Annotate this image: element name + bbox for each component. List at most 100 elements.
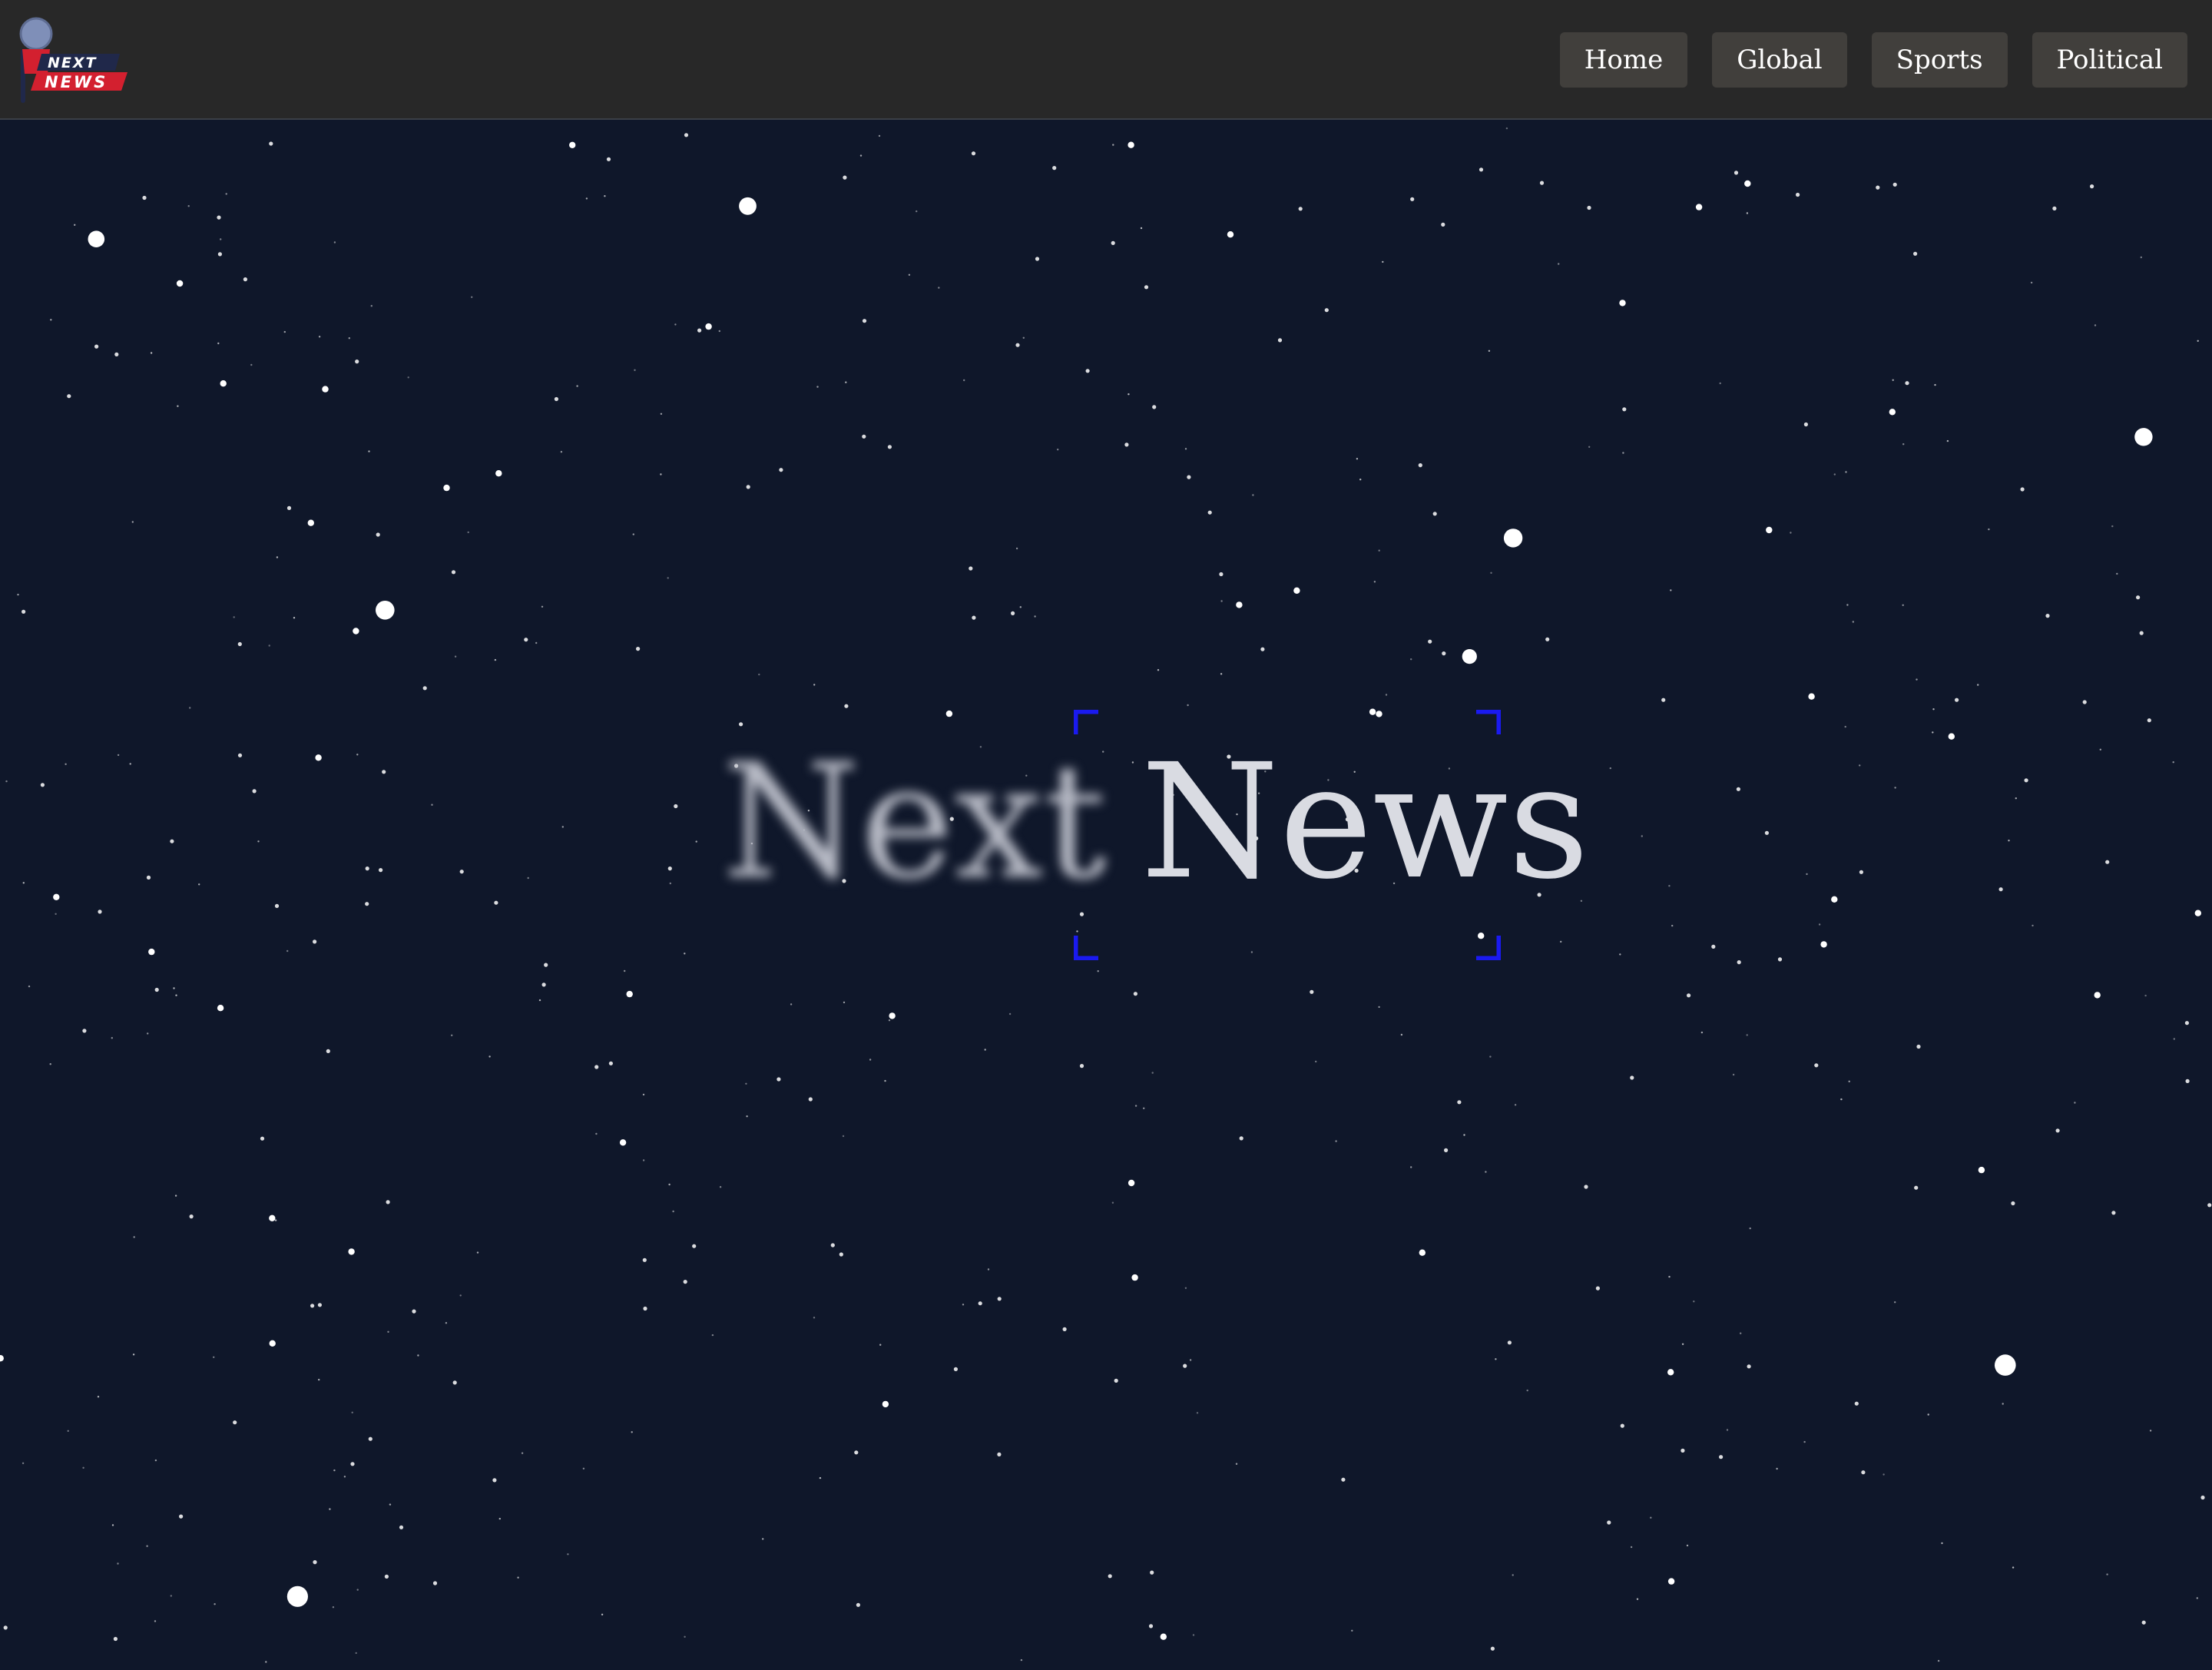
nav-global-button[interactable]: Global [1712,32,1847,88]
star [813,1317,816,1319]
star [878,134,881,138]
star [779,468,783,472]
star [1112,144,1114,146]
star [498,1517,501,1520]
star [1441,222,1445,227]
star [843,175,847,180]
star [286,949,289,953]
nav-home-button[interactable]: Home [1559,32,1688,88]
star [1148,1624,1154,1629]
star [1560,940,1562,943]
star [2144,994,2147,997]
star [1111,240,1115,245]
star [1622,407,1627,412]
star [884,1079,886,1082]
star [174,1195,177,1197]
star [2015,797,2017,800]
star [495,470,502,477]
star [692,1244,697,1248]
star [888,1019,891,1022]
next-news-logo[interactable]: NEXT NEWS [14,14,129,106]
star [642,1257,647,1262]
star [2173,1038,2175,1040]
star [2149,1430,2152,1432]
star [1726,1429,1729,1431]
star [1916,678,1918,681]
main-nav: Home Global Sports Political [1559,32,2187,88]
star [1641,835,1643,837]
star [1428,639,1432,644]
star [1668,885,1671,887]
star [1235,1463,1238,1465]
star [842,1135,845,1138]
star [1219,572,1224,577]
star [1806,873,1808,876]
star [1746,1034,1748,1036]
star [1848,1080,1850,1083]
star [777,1077,781,1082]
star [407,376,409,379]
star [187,205,190,207]
star [1418,463,1422,468]
star [1777,957,1783,962]
star [1410,197,1415,201]
star [978,1301,982,1306]
star [862,434,866,439]
star [569,141,576,148]
star [997,1297,1002,1301]
star [631,1431,633,1433]
star [1776,1467,1778,1470]
star [1711,944,1716,949]
nav-political-button[interactable]: Political [2032,32,2187,88]
star [813,684,816,686]
star [916,210,918,213]
star [1020,1658,1023,1662]
star [1700,1031,1704,1034]
star [2147,718,2151,723]
star [1410,658,1412,661]
star [387,1330,389,1334]
star [1892,379,1894,381]
star [1978,1166,1985,1174]
star [350,1462,355,1466]
star [1052,166,1057,171]
star [74,224,76,226]
star [445,1322,448,1324]
star [2011,1201,2015,1206]
star [431,804,433,806]
star [1220,673,1223,675]
star [111,1037,113,1039]
star [697,328,702,333]
star [268,644,270,647]
star [55,913,57,916]
star [343,1476,346,1478]
star [601,1613,604,1615]
star [1937,1659,1940,1662]
star [634,369,636,371]
star [217,1005,224,1012]
star [819,1476,822,1479]
star [1382,260,1384,263]
star [1114,1378,1118,1383]
star [1831,896,1838,903]
star [492,1478,497,1483]
star [1584,1185,1588,1189]
star [1667,1578,1675,1585]
star [488,1055,491,1058]
star [1609,767,1611,770]
star [889,1012,896,1019]
star [348,1248,355,1255]
star [67,1430,69,1433]
nav-sports-button[interactable]: Sports [1871,32,2008,88]
star [626,990,633,998]
star [1681,1448,1685,1453]
star [399,1525,404,1529]
star [1035,257,1040,261]
star [660,473,662,475]
star [129,763,131,765]
star [746,1115,748,1118]
star [1732,1073,1735,1076]
star [1894,787,1896,789]
star [147,1032,149,1035]
star [758,673,760,676]
